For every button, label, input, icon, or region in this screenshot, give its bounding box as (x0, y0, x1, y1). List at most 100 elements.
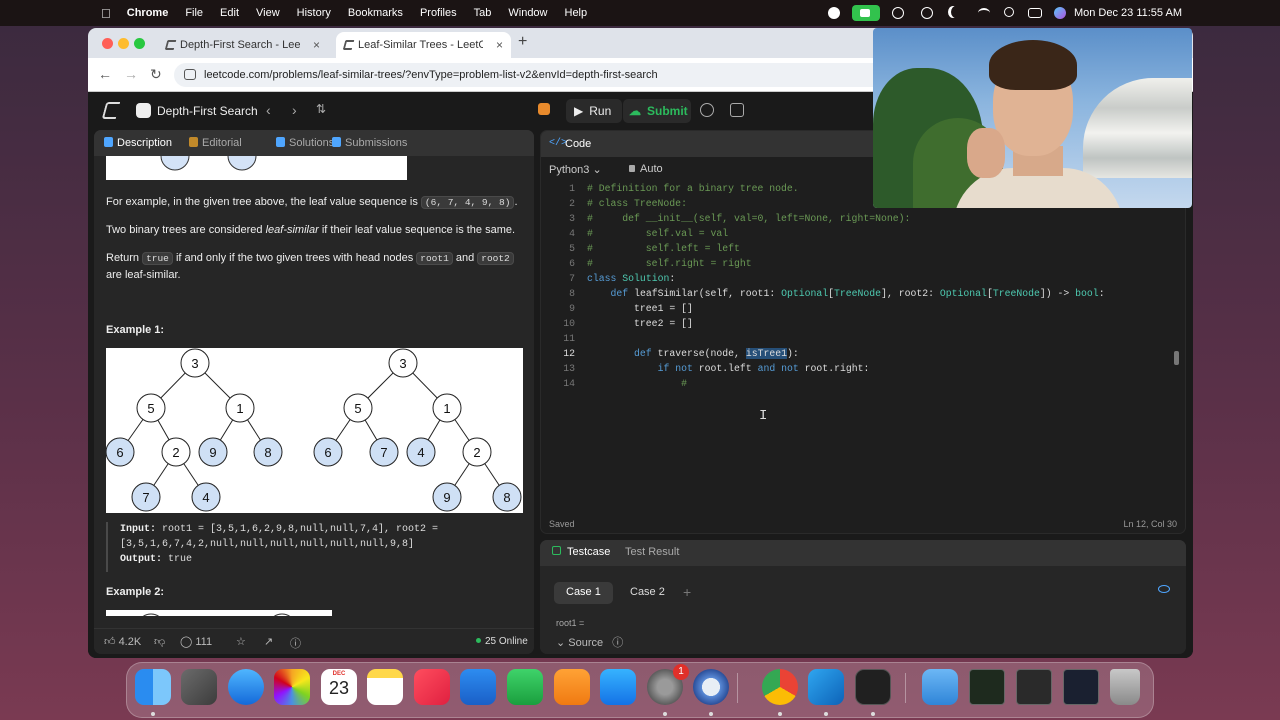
like-button[interactable]: 👍︎ 4.2K (104, 635, 141, 648)
help-icon[interactable]: ⓘ (290, 635, 301, 651)
case-1-tab[interactable]: Case 1 (554, 582, 613, 604)
menu-app-name[interactable]: Chrome (127, 7, 169, 19)
siri-icon[interactable] (1054, 7, 1066, 19)
tab-test-result[interactable]: Test Result (625, 546, 679, 558)
menu-help[interactable]: Help (565, 7, 588, 19)
menu-window[interactable]: Window (508, 7, 547, 19)
tab-leaf-similar-trees[interactable]: Leaf-Similar Trees - LeetCode × (336, 32, 511, 58)
submit-button[interactable]: ☁ Submit (623, 99, 691, 123)
menu-edit[interactable]: Edit (220, 7, 239, 19)
search-icon[interactable] (1004, 7, 1014, 17)
shuffle-icon[interactable]: ⇅ (316, 102, 326, 116)
thumbs-down-icon[interactable]: 👎︎ (154, 635, 165, 648)
moon-icon[interactable] (951, 6, 961, 18)
numbers-icon[interactable] (507, 669, 543, 705)
mode-value: Auto (640, 163, 663, 175)
safari-icon[interactable] (228, 669, 264, 705)
person-hair (989, 40, 1077, 90)
line-number: 7 (569, 273, 575, 284)
info-icon[interactable]: ⓘ (612, 637, 623, 649)
tab-submissions[interactable]: Submissions (332, 137, 407, 149)
app-store-icon[interactable] (600, 669, 636, 705)
chevron-down-icon[interactable]: ⌄ (556, 637, 565, 649)
notes-icon[interactable] (730, 103, 744, 117)
menu-clock[interactable]: Mon Dec 23 11:55 AM (1074, 7, 1182, 19)
menu-profiles[interactable]: Profiles (420, 7, 457, 19)
tab-depth-first-search[interactable]: Depth-First Search - LeetCode × (158, 32, 328, 58)
tree1-node-label: 5 (147, 401, 154, 416)
run-button[interactable]: ▶ Run (566, 99, 622, 123)
close-window-icon[interactable] (102, 38, 113, 49)
tab-editorial[interactable]: Editorial (189, 137, 242, 149)
tree2-node-label: 4 (417, 445, 424, 460)
menu-view[interactable]: View (256, 7, 280, 19)
terminal-icon[interactable] (855, 669, 891, 705)
apple-menu-icon[interactable]:  (101, 6, 111, 21)
star-icon[interactable]: ☆ (236, 635, 246, 648)
play-circle-icon[interactable] (892, 7, 904, 19)
keynote-icon[interactable] (460, 669, 496, 705)
debug-icon[interactable] (538, 103, 550, 115)
facetime-camera-icon[interactable] (852, 5, 880, 21)
alarm-icon[interactable] (700, 103, 714, 117)
eye-icon[interactable] (1158, 585, 1170, 593)
tab-testcase[interactable]: Testcase (552, 546, 610, 558)
leetcode-logo-icon[interactable] (101, 102, 121, 119)
record-icon[interactable] (828, 7, 840, 19)
menu-history[interactable]: History (297, 7, 331, 19)
paragraph-leaf-sequence: For example, in the given tree above, th… (106, 194, 526, 211)
menu-file[interactable]: File (185, 7, 203, 19)
calendar-icon[interactable]: DEC 23 (321, 669, 357, 705)
code-editor[interactable]: 1 # Definition for a binary tree node. 2 # … (541, 183, 1185, 513)
pages-icon[interactable] (554, 669, 590, 705)
site-info-icon[interactable] (184, 69, 196, 80)
wifi-icon[interactable] (978, 8, 990, 18)
tab-description[interactable]: Description (104, 137, 172, 149)
launchpad-icon[interactable] (181, 669, 217, 705)
case-2-tab[interactable]: Case 2 (618, 582, 677, 604)
trash-icon[interactable] (1110, 669, 1140, 705)
next-problem-icon[interactable]: › (292, 102, 297, 118)
add-case-button[interactable]: + (683, 584, 691, 600)
play-icon: ▶ (574, 104, 584, 118)
online-count: 25 Online (476, 636, 528, 647)
auto-mode-toggle[interactable]: Auto (629, 163, 663, 175)
control-center-icon[interactable] (1028, 8, 1042, 18)
source-label[interactable]: Source (568, 637, 603, 649)
url-bar[interactable]: leetcode.com/problems/leaf-similar-trees… (174, 63, 974, 87)
finder-icon[interactable] (135, 669, 171, 705)
new-tab-button[interactable]: + (518, 33, 527, 51)
stopwatch-icon[interactable] (921, 7, 933, 19)
reload-icon[interactable]: ↻ (150, 66, 162, 83)
chrome-icon[interactable] (762, 669, 798, 705)
calendar-month: DEC (332, 671, 346, 677)
problem-list-icon[interactable] (136, 103, 151, 118)
prev-problem-icon[interactable]: ‹ (266, 102, 271, 118)
downloads-folder-icon[interactable] (922, 669, 958, 705)
minimize-window-icon[interactable] (118, 38, 129, 49)
menu-tab[interactable]: Tab (474, 7, 492, 19)
tree2-node-label: 8 (503, 490, 510, 505)
vscode-window-thumbnail-icon[interactable] (1016, 669, 1052, 705)
share-icon[interactable]: ↗ (264, 635, 273, 648)
close-tab-icon[interactable]: × (496, 38, 503, 52)
forward-arrow-icon[interactable]: → (124, 66, 138, 82)
comments-button[interactable]: ◯ 111 (180, 635, 212, 648)
quicktime-icon[interactable] (693, 669, 729, 705)
close-tab-icon[interactable]: × (313, 38, 320, 52)
tab-solutions[interactable]: Solutions (276, 137, 334, 149)
vscode-icon[interactable] (808, 669, 844, 705)
output-label: Output: (120, 554, 163, 565)
terminal-window-thumbnail-icon[interactable] (969, 669, 1005, 705)
code-line: tree2 = [] (634, 318, 693, 329)
code-window-thumbnail-icon[interactable] (1063, 669, 1099, 705)
menu-bookmarks[interactable]: Bookmarks (348, 7, 403, 19)
notes-app-icon[interactable] (367, 669, 403, 705)
language-select[interactable]: Python3 ⌄ (549, 163, 602, 176)
editor-scrollbar[interactable] (1174, 351, 1179, 365)
maximize-window-icon[interactable] (134, 38, 145, 49)
problem-list-title[interactable]: Depth-First Search (157, 104, 258, 118)
news-icon[interactable] (414, 669, 450, 705)
back-arrow-icon[interactable]: ← (98, 66, 112, 82)
photos-icon[interactable] (274, 669, 310, 705)
